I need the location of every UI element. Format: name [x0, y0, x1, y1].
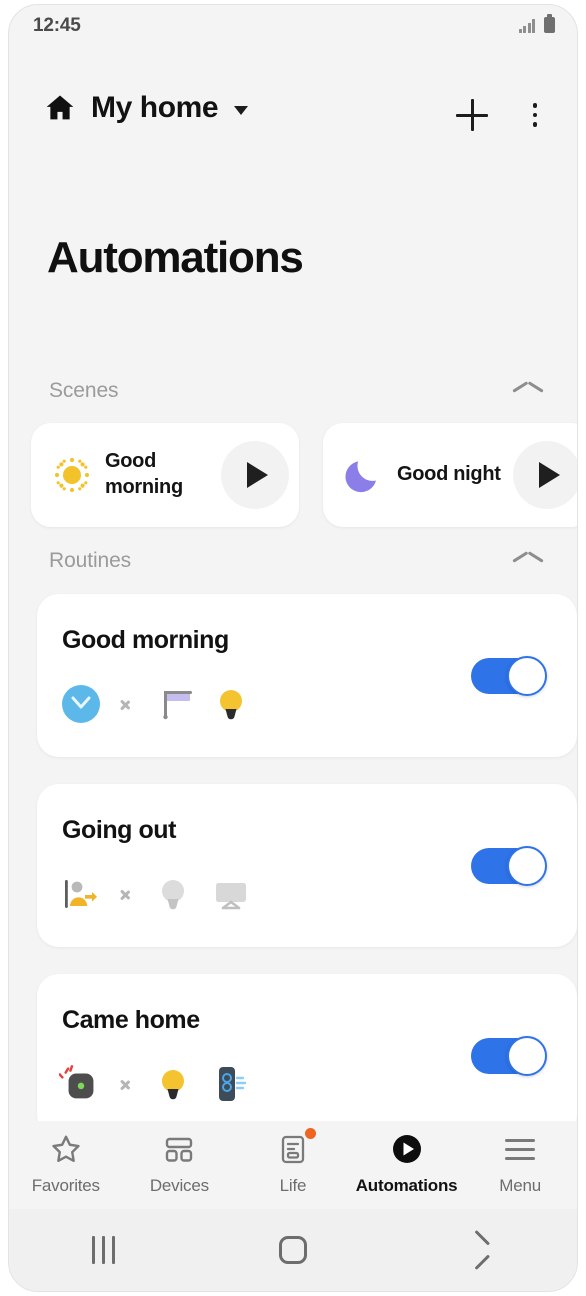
clock-icon: [59, 682, 103, 726]
star-icon: [49, 1129, 83, 1169]
person-leaving-icon: [59, 872, 103, 916]
back-chevron-icon: [472, 1235, 492, 1265]
recents-icon: [92, 1236, 116, 1264]
chevron-right-icon: [119, 1073, 135, 1095]
blind-icon: [151, 682, 195, 726]
notification-badge: [304, 1128, 316, 1139]
add-button[interactable]: [452, 95, 492, 135]
scene-label: Good night: [397, 463, 501, 486]
phone-frame: 12:45 My home Automations Scenes Good mo…: [8, 4, 578, 1292]
status-time: 12:45: [33, 15, 81, 36]
routine-title: Going out: [62, 816, 176, 844]
routine-toggle[interactable]: [471, 655, 547, 696]
tab-life[interactable]: Life: [236, 1128, 350, 1196]
tab-devices[interactable]: Devices: [123, 1129, 237, 1196]
home-button[interactable]: [198, 1209, 387, 1291]
android-nav-bar: [9, 1209, 577, 1291]
routine-card[interactable]: Came home: [37, 974, 577, 1137]
tab-label: Menu: [499, 1176, 542, 1195]
scenes-list: Good morning Good night: [9, 423, 577, 527]
back-button[interactable]: [388, 1209, 577, 1291]
status-bar: 12:45: [9, 5, 577, 53]
scene-play-button[interactable]: [513, 441, 577, 509]
tab-label: Devices: [149, 1176, 209, 1195]
signal-bars-icon: [518, 18, 535, 33]
scenes-label: Scenes: [49, 379, 119, 402]
light-bulb-on-icon: [151, 1062, 195, 1106]
tab-menu[interactable]: Menu: [463, 1129, 577, 1196]
tab-label: Favorites: [31, 1176, 100, 1195]
air-purifier-icon: [209, 1062, 253, 1106]
routine-title: Came home: [62, 1006, 200, 1034]
routine-card[interactable]: Good morning: [37, 594, 577, 757]
routine-toggle[interactable]: [471, 845, 547, 886]
status-icons: [518, 14, 555, 33]
motion-sensor-icon: [59, 1062, 103, 1106]
routine-icon-flow: [59, 1056, 253, 1112]
toggle-knob: [507, 1035, 547, 1076]
home-square-icon: [278, 1236, 307, 1264]
scene-label: Good morning: [105, 450, 183, 498]
chevron-right-icon: [119, 693, 135, 715]
document-icon: [277, 1128, 316, 1169]
routines-section-header[interactable]: Routines: [9, 549, 577, 587]
home-selector[interactable]: My home: [43, 91, 249, 125]
page-title: Automations: [47, 233, 304, 282]
play-circle-icon: [389, 1129, 425, 1169]
app-bar: My home: [9, 91, 577, 157]
more-options-button[interactable]: [521, 95, 549, 135]
tab-label: Automations: [355, 1176, 458, 1195]
light-bulb-off-icon: [151, 872, 195, 916]
moon-icon: [341, 454, 387, 496]
bottom-tab-bar: Favorites Devices Life Automations Menu: [9, 1121, 577, 1209]
chevron-up-icon[interactable]: [513, 553, 543, 571]
scenes-section-header[interactable]: Scenes: [9, 379, 577, 417]
tab-favorites[interactable]: Favorites: [9, 1129, 123, 1196]
home-name-label: My home: [91, 91, 219, 124]
chevron-right-icon: [119, 883, 135, 905]
routines-label: Routines: [49, 549, 132, 572]
tab-automations[interactable]: Automations: [350, 1129, 464, 1196]
routine-icon-flow: [59, 676, 253, 732]
routine-icon-flow: [59, 866, 253, 922]
tab-label: Life: [279, 1176, 307, 1195]
light-bulb-on-icon: [209, 682, 253, 726]
grid-icon: [162, 1129, 196, 1169]
play-icon: [247, 462, 268, 488]
routine-card[interactable]: Going out: [37, 784, 577, 947]
scene-play-button[interactable]: [221, 441, 289, 509]
play-icon: [539, 462, 560, 488]
home-icon: [43, 91, 77, 125]
recents-button[interactable]: [9, 1209, 198, 1291]
routine-title: Good morning: [62, 626, 229, 654]
chevron-down-icon[interactable]: [234, 105, 249, 115]
routine-toggle[interactable]: [471, 1035, 547, 1076]
chevron-up-icon[interactable]: [513, 383, 543, 401]
toggle-knob: [507, 655, 547, 696]
battery-icon: [544, 14, 555, 33]
hamburger-icon: [505, 1129, 536, 1169]
scene-card[interactable]: Good morning: [31, 423, 299, 527]
toggle-knob: [507, 845, 547, 886]
tv-icon: [209, 872, 253, 916]
scene-card[interactable]: Good night: [323, 423, 577, 527]
sun-icon: [49, 453, 95, 497]
